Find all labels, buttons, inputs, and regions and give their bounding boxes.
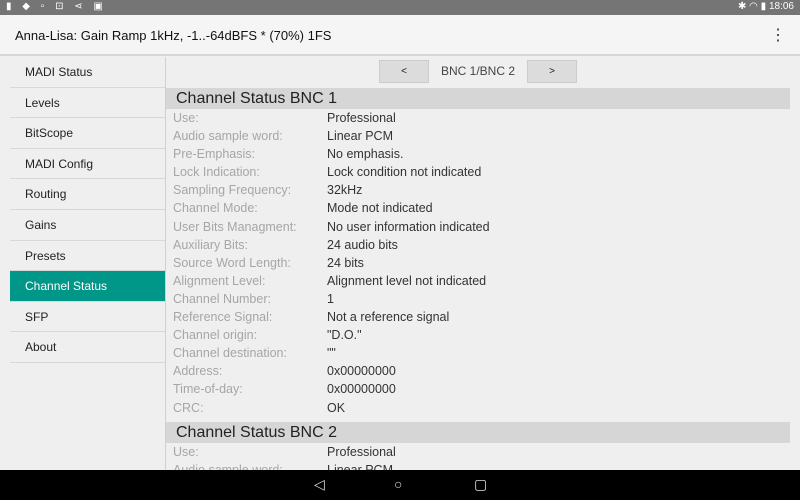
clock: 18:06 xyxy=(768,1,794,12)
status-row: Channel Mode: Mode not indicated xyxy=(166,199,790,217)
next-button[interactable]: > xyxy=(527,60,577,83)
field-label: Audio sample word: xyxy=(173,462,283,470)
field-value: Alignment level not indicated xyxy=(327,273,487,288)
field-label: Channel origin: xyxy=(173,328,258,343)
field-label: Audio sample word: xyxy=(173,129,283,144)
bnc-nav: < BNC 1/BNC 2 > xyxy=(379,60,577,83)
status-row: Time-of-day: 0x00000000 xyxy=(166,380,790,398)
field-label: Alignment Level: xyxy=(173,273,266,288)
sidebar-item-about[interactable]: About xyxy=(10,332,165,363)
status-row: Alignment Level: Alignment level not indi… xyxy=(166,272,790,290)
field-value: 24 bits xyxy=(327,255,364,270)
status-bar: ▮ ◆ ▫ ⊡ ⋖ ▣ ✱ ◠ ▮ 18:06 xyxy=(0,0,800,15)
status-row: Auxiliary Bits: 24 audio bits xyxy=(166,236,790,254)
status-row: Use: Professional xyxy=(166,109,790,127)
field-label: User Bits Managment: xyxy=(173,219,297,234)
field-value: 0x00000000 xyxy=(327,364,396,379)
sidebar-item-madi-status[interactable]: MADI Status xyxy=(10,57,165,88)
field-label: Channel Mode: xyxy=(173,201,258,216)
status-row: Address: 0x00000000 xyxy=(166,362,790,380)
field-label: Use: xyxy=(173,111,199,125)
field-value: No emphasis. xyxy=(327,147,404,162)
status-row: Use: Professional xyxy=(166,443,790,461)
sidebar-item-levels[interactable]: Levels xyxy=(10,88,165,119)
field-value: 32kHz xyxy=(327,183,363,198)
field-label: Time-of-day: xyxy=(173,382,243,397)
sidebar: MADI Status Levels BitScope MADI Config Rout… xyxy=(10,57,165,363)
system-nav-bar: ◁ ○ ▢ xyxy=(0,470,800,500)
field-value: No user information indicated xyxy=(327,219,490,234)
status-row: Lock Indication: Lock condition not indic… xyxy=(166,163,790,181)
status-row: Pre-Emphasis: No emphasis. xyxy=(166,145,790,163)
notification-icons: ▮ ◆ ▫ ⊡ ⋖ ▣ xyxy=(6,1,107,12)
status-row: Audio sample word: Linear PCM xyxy=(166,461,790,470)
field-value: Linear PCM xyxy=(327,462,393,470)
sidebar-item-bitscope[interactable]: BitScope xyxy=(10,118,165,149)
status-row: User Bits Managment: No user information … xyxy=(166,218,790,236)
field-value: Mode not indicated xyxy=(327,201,433,216)
field-value: OK xyxy=(327,400,346,415)
more-vert-icon[interactable]: ⋮ xyxy=(770,25,786,45)
section-header: Channel Status BNC 1 xyxy=(166,88,790,109)
field-label: Pre-Emphasis: xyxy=(173,147,255,162)
field-label: Channel destination: xyxy=(173,346,287,361)
field-label: Use: xyxy=(173,444,199,459)
prev-button[interactable]: < xyxy=(379,60,429,83)
status-row: CRC: OK xyxy=(166,399,790,417)
status-row: Reference Signal: Not a reference signal xyxy=(166,308,790,326)
field-label: Sampling Frequency: xyxy=(173,183,292,198)
field-value: "" xyxy=(327,346,336,361)
field-label: Address: xyxy=(173,364,223,379)
recents-icon[interactable]: ▢ xyxy=(474,476,487,493)
sidebar-item-channel-status[interactable]: Channel Status xyxy=(10,271,165,302)
field-value: "D.O." xyxy=(327,328,362,343)
status-row: Sampling Frequency: 32kHz xyxy=(166,181,790,199)
field-value: 1 xyxy=(327,291,334,306)
status-row: Channel origin: "D.O." xyxy=(166,326,790,344)
field-value: 0x00000000 xyxy=(327,382,396,397)
field-label: Channel Number: xyxy=(173,291,271,306)
app-bar: Anna-Lisa: Gain Ramp 1kHz, -1..-64dBFS *… xyxy=(0,15,800,56)
status-row: Channel destination: "" xyxy=(166,344,790,362)
status-row: Audio sample word: Linear PCM xyxy=(166,127,790,145)
status-row: Channel Number: 1 xyxy=(166,290,790,308)
app-title: Anna-Lisa: Gain Ramp 1kHz, -1..-64dBFS *… xyxy=(15,28,332,43)
field-label: Auxiliary Bits: xyxy=(173,237,249,252)
content[interactable]: < BNC 1/BNC 2 > Channel Status BNC 1 Use:… xyxy=(166,57,790,470)
field-value: Lock condition not indicated xyxy=(327,165,482,180)
field-value: Professional xyxy=(327,444,396,459)
wifi-icon: ◠ xyxy=(749,1,758,12)
status-row: Source Word Length: 24 bits xyxy=(166,254,790,272)
field-label: Reference Signal: xyxy=(173,310,273,325)
back-icon[interactable]: ◁ xyxy=(314,476,325,493)
nav-label: BNC 1/BNC 2 xyxy=(440,64,516,78)
battery-icon: ▮ xyxy=(760,1,767,12)
sidebar-item-madi-config[interactable]: MADI Config xyxy=(10,149,165,180)
sidebar-item-sfp[interactable]: SFP xyxy=(10,302,165,333)
sidebar-item-gains[interactable]: Gains xyxy=(10,210,165,241)
field-value: 24 audio bits xyxy=(327,237,398,252)
field-label: CRC: xyxy=(173,400,204,415)
field-value: Professional xyxy=(327,111,396,125)
field-value: Linear PCM xyxy=(327,129,393,144)
home-icon[interactable]: ○ xyxy=(394,476,402,492)
sidebar-item-presets[interactable]: Presets xyxy=(10,241,165,272)
section-header: Channel Status BNC 2 xyxy=(166,421,790,443)
field-label: Lock Indication: xyxy=(173,165,260,180)
field-value: Not a reference signal xyxy=(327,310,450,325)
bluetooth-icon: ✱ xyxy=(737,1,747,12)
sidebar-item-routing[interactable]: Routing xyxy=(10,179,165,210)
field-label: Source Word Length: xyxy=(173,255,291,270)
